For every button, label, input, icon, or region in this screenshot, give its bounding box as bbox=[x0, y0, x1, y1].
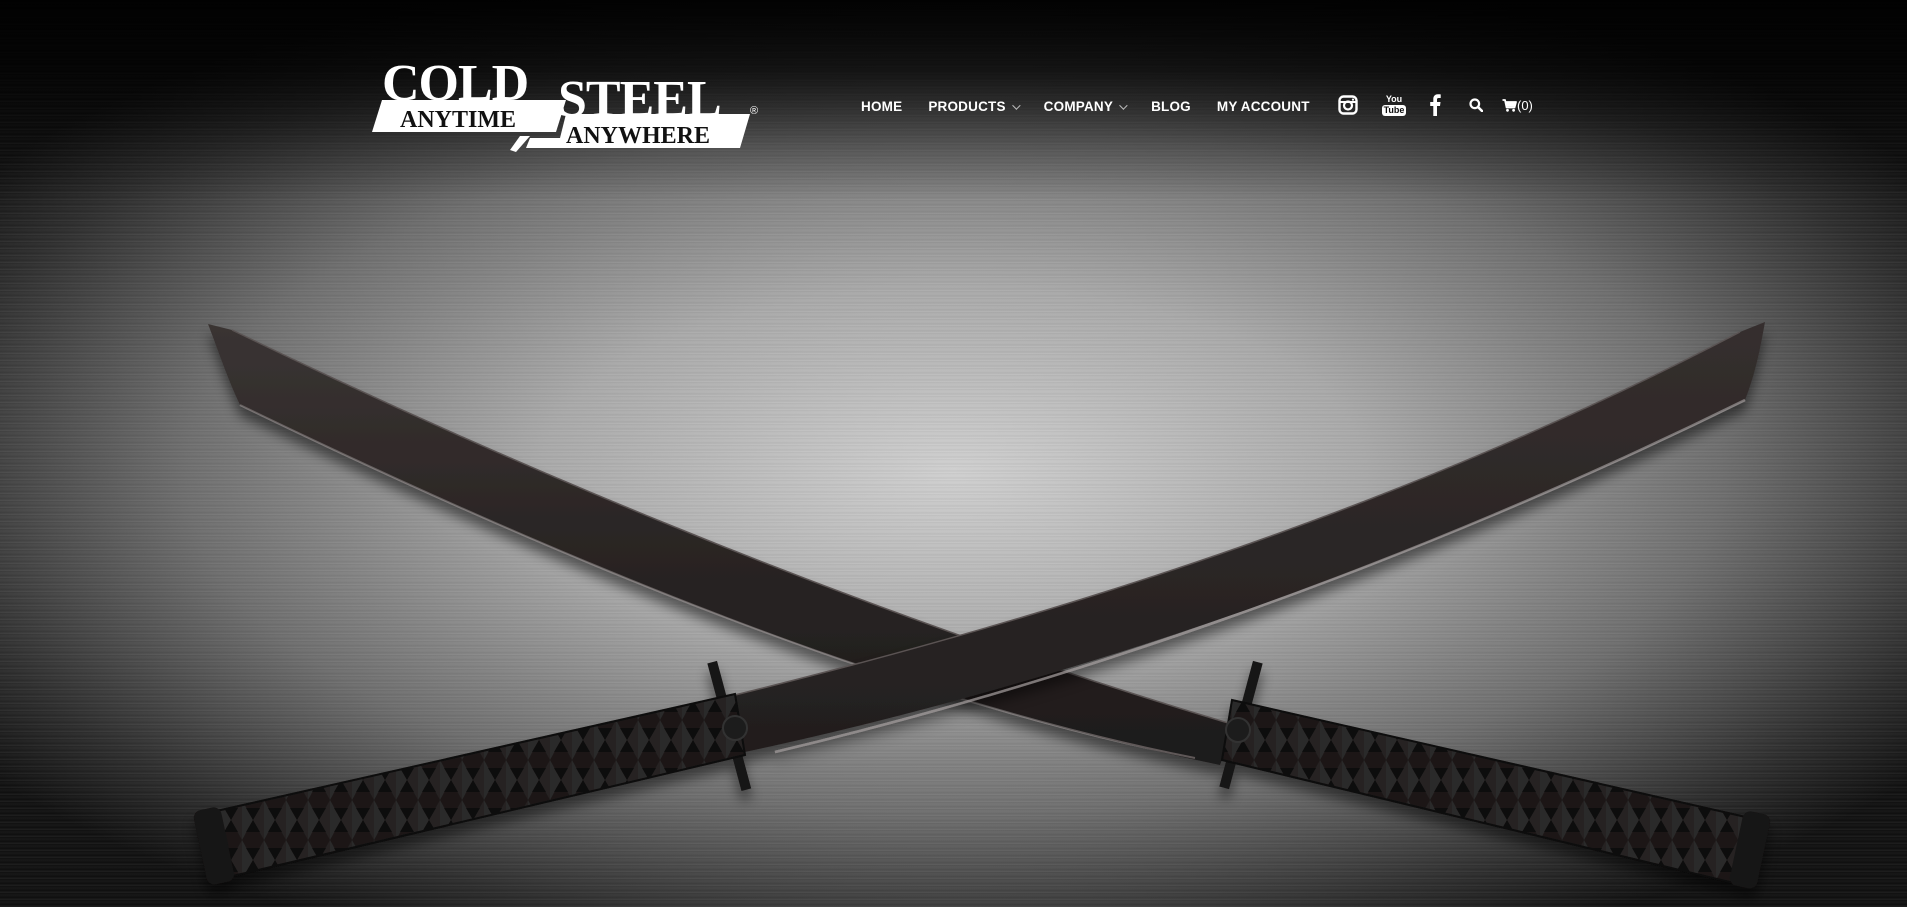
youtube-icon[interactable]: You Tube bbox=[1381, 92, 1407, 118]
nav-my-account-label: MY ACCOUNT bbox=[1216, 99, 1310, 114]
logo-registered-mark: ® bbox=[750, 105, 758, 117]
search-icon[interactable] bbox=[1468, 97, 1484, 113]
facebook-icon[interactable] bbox=[1428, 94, 1442, 116]
cart-button[interactable]: (0) bbox=[1502, 98, 1533, 113]
nav-my-account[interactable]: MY ACCOUNT bbox=[1217, 99, 1310, 114]
cold-steel-logo[interactable]: COLD STEEL ® ANYTIME ANYWHERE bbox=[370, 52, 766, 156]
cart-count: (0) bbox=[1517, 97, 1533, 113]
hero-page: COLD STEEL ® ANYTIME ANYWHERE HOME PRODU… bbox=[0, 0, 1907, 907]
youtube-icon-top-text: You bbox=[1385, 93, 1403, 104]
nav-blog-label: BLOG bbox=[1151, 99, 1191, 114]
nav-company[interactable]: COMPANY bbox=[1043, 99, 1128, 114]
nav-blog[interactable]: BLOG bbox=[1151, 99, 1191, 114]
site-header: COLD STEEL ® ANYTIME ANYWHERE HOME PRODU… bbox=[0, 0, 1907, 170]
instagram-icon[interactable] bbox=[1338, 95, 1358, 115]
chevron-down-icon bbox=[1011, 100, 1021, 110]
logo-cold-text: COLD bbox=[382, 55, 528, 112]
nav-home-label: HOME bbox=[861, 99, 903, 114]
main-nav: HOME PRODUCTS COMPANY BLOG MY ACCOUNT bbox=[861, 99, 1336, 114]
nav-home[interactable]: HOME bbox=[861, 99, 902, 114]
nav-products-label: PRODUCTS bbox=[928, 99, 1006, 114]
nav-company-label: COMPANY bbox=[1043, 99, 1114, 114]
logo-steel-text: STEEL bbox=[558, 71, 721, 128]
logo-anytime-text: ANYTIME bbox=[400, 107, 516, 133]
youtube-icon-bottom-text: Tube bbox=[1381, 104, 1407, 116]
chevron-down-icon bbox=[1119, 100, 1128, 110]
cart-icon bbox=[1502, 98, 1517, 112]
logo-anywhere-text: ANYWHERE bbox=[566, 123, 710, 149]
nav-products[interactable]: PRODUCTS bbox=[928, 99, 1021, 114]
header-utilities: You Tube (0) bbox=[1338, 92, 1533, 118]
